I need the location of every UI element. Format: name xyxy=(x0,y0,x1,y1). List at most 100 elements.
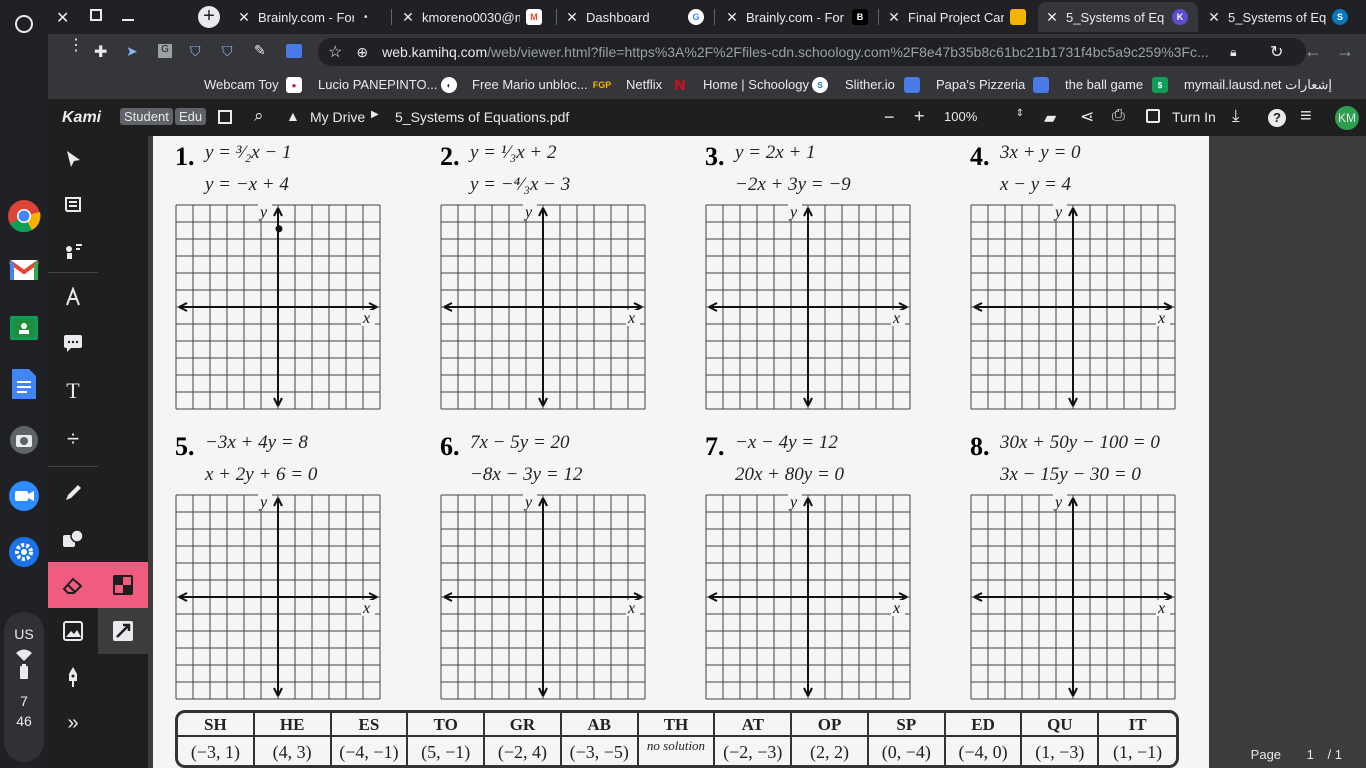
text-tool-icon[interactable]: T xyxy=(48,368,98,414)
bookmark-schoology[interactable]: Home | Schoology xyxy=(703,77,809,92)
help-icon[interactable]: ? xyxy=(1268,109,1286,127)
restore-window-icon[interactable] xyxy=(90,9,102,21)
dictionary-tool-icon[interactable] xyxy=(48,182,98,228)
extension-g-icon[interactable]: G xyxy=(158,44,172,58)
coordinate-grid[interactable]: yx xyxy=(970,204,1176,410)
shield-extension-icon[interactable]: ⛉ xyxy=(190,43,201,60)
print-icon[interactable]: ⎙ xyxy=(1112,107,1125,125)
shapes-tool-icon[interactable] xyxy=(48,516,98,562)
screen-capture-tool-icon[interactable] xyxy=(98,608,148,654)
screen-extension-icon[interactable] xyxy=(286,44,302,58)
address-bar[interactable]: ☆ ⊕ web.kamihq.com/web/viewer.html?file=… xyxy=(318,38,1306,66)
problem-equation: x + 2y + 6 = 0 xyxy=(205,464,318,485)
page-current[interactable]: 1 xyxy=(1307,747,1314,762)
kami-logo[interactable]: Kami xyxy=(62,109,101,127)
tab-brainly-2[interactable]: ✕ Brainly.com - For B xyxy=(718,2,876,32)
menu-dots-icon[interactable]: ⋮ xyxy=(68,38,84,54)
comment-tool-icon[interactable] xyxy=(48,320,98,366)
tab-close-icon[interactable]: ✕ xyxy=(886,9,902,26)
brainly-dot-icon: • xyxy=(364,11,368,23)
user-avatar[interactable]: KM xyxy=(1335,106,1359,130)
coordinate-grid[interactable]: yx xyxy=(175,494,381,700)
tab-final-project[interactable]: ✕ Final Project Cam xyxy=(880,2,1034,32)
new-tab-button[interactable]: + xyxy=(198,6,220,28)
insert-image-tool-icon[interactable] xyxy=(48,608,98,654)
zoom-icon[interactable] xyxy=(6,478,42,514)
zoom-in-icon[interactable]: + xyxy=(914,106,925,127)
extensions-icon[interactable]: ✚ xyxy=(94,42,107,62)
gmail-icon[interactable] xyxy=(6,252,42,288)
problem-equation: −x − 4y = 12 xyxy=(735,432,838,453)
answer-code: TO xyxy=(408,713,484,737)
object-eraser-tool-icon[interactable] xyxy=(98,562,148,608)
highlighter-tool-icon[interactable] xyxy=(48,274,98,320)
bookmark-lausd-mail[interactable]: mymail.lausd.net إشعارات xyxy=(1184,77,1332,93)
zoom-select[interactable]: 100% ⇕ xyxy=(942,106,1028,130)
axes xyxy=(708,207,908,407)
signature-tool-icon[interactable] xyxy=(48,654,98,700)
bookmark-netflix[interactable]: Netflix xyxy=(626,77,662,92)
tab-close-icon[interactable]: ✕ xyxy=(724,9,740,26)
open-folder-icon[interactable]: ▰ xyxy=(1044,108,1056,128)
docs-icon[interactable] xyxy=(6,366,42,402)
bookmark-papas-pizzeria[interactable]: Papa's Pizzeria xyxy=(936,77,1025,92)
kami-extension-icon[interactable]: ➤ xyxy=(126,43,138,60)
forward-icon[interactable]: → xyxy=(1336,41,1354,62)
settings-icon[interactable] xyxy=(6,534,42,570)
answer-code: ES xyxy=(331,713,407,737)
back-icon[interactable]: ← xyxy=(1304,41,1322,62)
search-icon[interactable]: ⌕ xyxy=(254,106,264,126)
download-icon[interactable]: ⤓ xyxy=(1232,106,1240,126)
shield-extension-2-icon[interactable]: ⛉ xyxy=(222,43,233,60)
minimize-window-icon[interactable] xyxy=(122,19,134,21)
turn-in-button[interactable]: Turn In xyxy=(1172,109,1216,125)
coordinate-grid[interactable]: yx xyxy=(175,204,381,410)
tab-dashboard[interactable]: ✕ Dashboard G xyxy=(558,2,708,32)
bookmark-webcam-toy[interactable]: Webcam Toy xyxy=(204,77,279,92)
bookmark-slither[interactable]: Slither.io xyxy=(845,77,895,92)
tab-close-icon[interactable]: ✕ xyxy=(1206,9,1222,26)
tab-close-icon[interactable]: ✕ xyxy=(564,9,580,26)
zoom-out-icon[interactable]: − xyxy=(884,107,895,128)
bookmark-ball-game[interactable]: the ball game xyxy=(1065,77,1143,92)
problem-number: 7. xyxy=(705,432,725,461)
drawing-tool-icon[interactable] xyxy=(48,470,98,516)
menu-icon[interactable]: ≡ xyxy=(1300,105,1312,128)
status-tray[interactable]: US 7 46 xyxy=(4,612,44,762)
tool-extension-icon[interactable]: ✎ xyxy=(254,42,266,59)
tab-brainly-1[interactable]: ✕ Brainly.com - For • xyxy=(230,2,390,32)
select-tool-icon[interactable] xyxy=(48,136,98,182)
tab-systems-active[interactable]: ✕ 5_Systems of Eq K xyxy=(1038,2,1198,32)
tab-close-icon[interactable]: ✕ xyxy=(400,9,416,26)
bookmark-star-icon[interactable]: ☆ xyxy=(328,42,342,62)
eraser-tool-icon[interactable] xyxy=(48,562,98,608)
tab-close-icon[interactable]: ✕ xyxy=(236,9,252,26)
sidebar-toggle-icon[interactable] xyxy=(218,110,232,124)
coordinate-grid[interactable]: yx xyxy=(705,494,911,700)
bookmark-lucio[interactable]: Lucio PANEPINTO... xyxy=(318,77,437,92)
tab-systems-2[interactable]: ✕ 5_Systems of Eq S xyxy=(1200,2,1350,32)
plotted-point[interactable] xyxy=(275,225,283,233)
camera-icon[interactable] xyxy=(6,422,42,458)
close-window-icon[interactable]: ✕ xyxy=(56,8,69,28)
chrome-icon[interactable] xyxy=(6,198,42,234)
expand-tools-icon[interactable]: » xyxy=(48,700,98,746)
speech-tool-icon[interactable] xyxy=(48,228,98,274)
tab-separator xyxy=(556,9,557,25)
share-icon[interactable]: ⋖ xyxy=(1080,107,1094,127)
launcher-icon[interactable] xyxy=(6,6,42,42)
coordinate-grid[interactable]: yx xyxy=(970,494,1176,700)
tab-gmail[interactable]: ✕ kmoreno0030@m M xyxy=(394,2,544,32)
tab-close-icon[interactable]: ✕ xyxy=(1044,9,1060,26)
classroom-icon[interactable] xyxy=(6,310,42,346)
coordinate-grid[interactable]: yx xyxy=(440,494,646,700)
reload-icon[interactable]: ↻ xyxy=(1270,42,1283,62)
coordinate-grid[interactable]: yx xyxy=(440,204,646,410)
bookmark-free-mario[interactable]: Free Mario unbloc... xyxy=(472,77,588,92)
drive-breadcrumb[interactable]: My Drive xyxy=(310,109,365,125)
coordinate-grid[interactable]: yx xyxy=(705,204,911,410)
save-icon[interactable] xyxy=(1146,109,1160,123)
site-info-icon[interactable]: ⊕ xyxy=(356,44,368,61)
equation-tool-icon[interactable]: ÷ xyxy=(48,416,98,462)
document-viewer[interactable]: 1. y = ³⁄₂x − 1y = −x + 4 y x 2. y = ¹⁄₃x + 2… xyxy=(148,136,1366,768)
